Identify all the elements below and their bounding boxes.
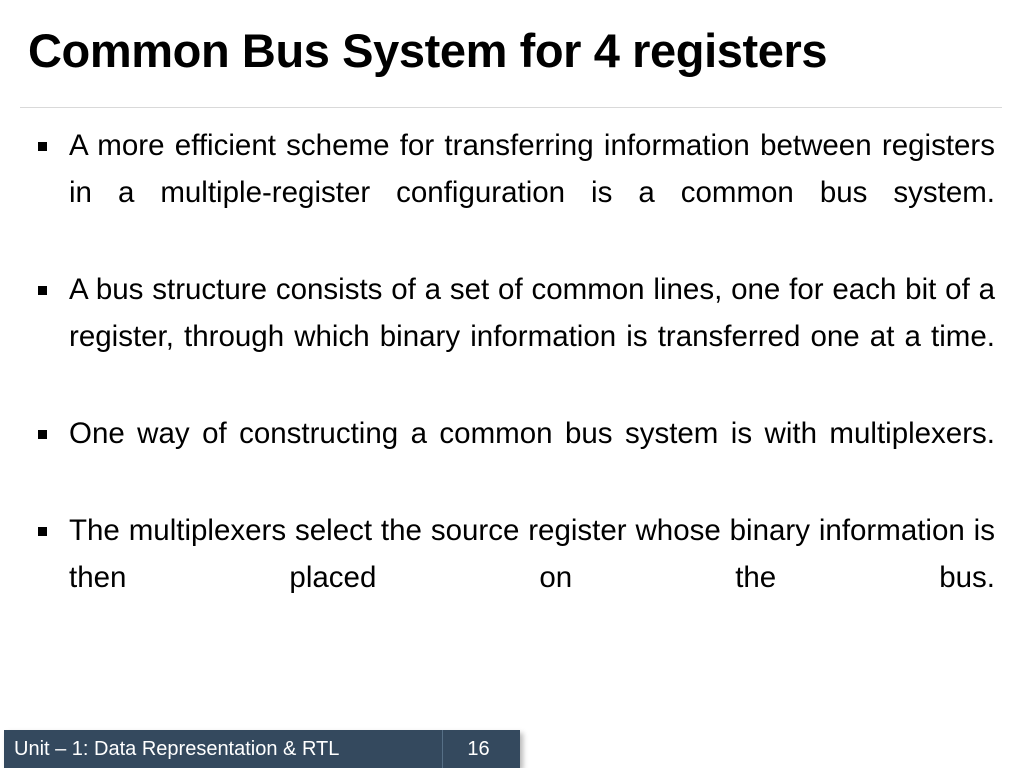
title-divider xyxy=(20,107,1002,108)
square-bullet-icon xyxy=(38,527,47,536)
list-item: The multiplexers select the source regis… xyxy=(30,507,995,648)
list-item: A bus structure consists of a set of com… xyxy=(30,266,995,407)
page-title: Common Bus System for 4 registers xyxy=(28,24,828,77)
list-item: One way of constructing a common bus sys… xyxy=(30,410,995,504)
slide: Common Bus System for 4 registers A more… xyxy=(0,0,1024,768)
square-bullet-icon xyxy=(38,430,47,439)
list-item-text: A more efficient scheme for transferring… xyxy=(69,129,995,209)
list-item-text: One way of constructing a common bus sys… xyxy=(69,417,995,450)
square-bullet-icon xyxy=(38,142,47,151)
list-item-text: A bus structure consists of a set of com… xyxy=(69,273,995,353)
list-item: A more efficient scheme for transferring… xyxy=(30,122,995,263)
slide-number: 16 xyxy=(467,738,490,760)
footer-bar: Unit – 1: Data Representation & RTL 16 xyxy=(4,730,520,768)
square-bullet-icon xyxy=(38,286,47,295)
bullet-list: A more efficient scheme for transferring… xyxy=(30,122,995,648)
list-item-text: The multiplexers select the source regis… xyxy=(69,514,995,594)
footer-unit-label: Unit – 1: Data Representation & RTL xyxy=(14,738,340,760)
